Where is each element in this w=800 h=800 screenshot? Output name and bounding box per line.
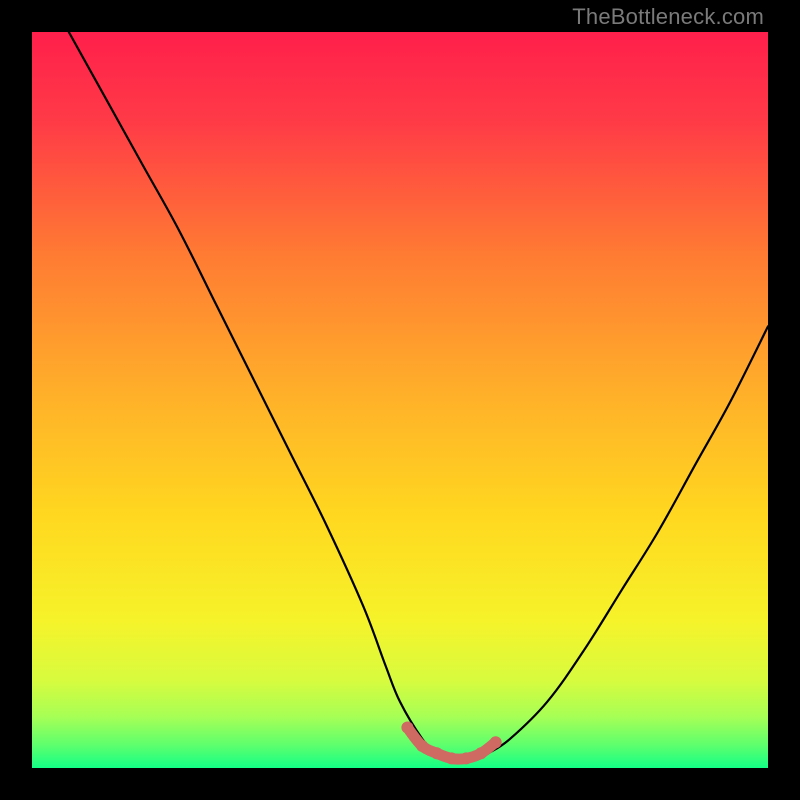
valley-marker-dot [475, 747, 487, 759]
valley-marker-dot [431, 747, 443, 759]
chart-frame: TheBottleneck.com [0, 0, 800, 800]
bottleneck-curve-line [69, 32, 768, 762]
watermark-text: TheBottleneck.com [572, 4, 764, 30]
valley-marker-dot [490, 736, 502, 748]
valley-marker-dot [401, 722, 413, 734]
chart-svg [32, 32, 768, 768]
plot-area [32, 32, 768, 768]
valley-marker-dot [446, 752, 458, 764]
valley-marker-dot [416, 740, 428, 752]
valley-marker-dot [460, 752, 472, 764]
